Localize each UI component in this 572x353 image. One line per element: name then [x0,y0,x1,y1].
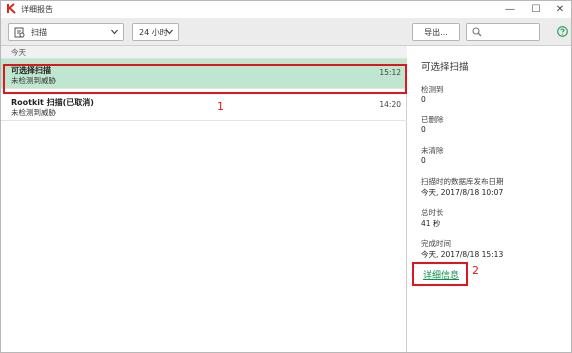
detected-value: 0 [421,95,426,104]
item-time: 14:20 [379,100,401,109]
scan-report-icon [14,27,25,38]
close-button[interactable]: ✕ [547,1,572,18]
minimize-button[interactable]: — [497,1,523,18]
chevron-down-icon [166,29,173,35]
window-title: 详细报告 [21,5,53,14]
list-item[interactable]: Rootkit 扫描(已取消) 未检测到威胁 14:20 [1,91,407,121]
kaspersky-logo-icon [7,3,16,14]
item-subtitle: 未检测到威胁 [11,108,56,117]
not-cleaned-value: 0 [421,156,426,165]
detail-title: 可选择扫描 [421,62,469,73]
annotation-box-2 [412,262,468,286]
duration-label: 总时长 [421,208,444,217]
deleted-label: 已删除 [421,115,444,124]
time-range-dropdown[interactable]: 24 小时 [132,23,179,41]
search-input[interactable] [485,26,537,38]
database-date-label: 扫描时的数据库发布日期 [421,177,504,186]
detected-label: 检测到 [421,85,444,94]
title-bar: 详细报告 — ☐ ✕ [1,1,571,18]
completion-time-label: 完成时间 [421,239,451,248]
deleted-value: 0 [421,125,426,134]
chevron-down-icon [111,29,118,35]
annotation-box-1 [3,64,407,94]
annotation-number-1: 1 [217,100,224,113]
search-icon [472,27,482,37]
report-type-dropdown[interactable]: 扫描 [8,23,124,41]
export-button[interactable]: 导出... [412,23,460,41]
time-range-value: 24 小时 [139,28,168,37]
group-header-today: 今天 [1,46,407,59]
annotation-number-2: 2 [472,264,479,277]
not-cleaned-label: 未清除 [421,146,444,155]
completion-time-value: 今天, 2017/8/18 15:13 [421,250,504,259]
duration-value: 41 秒 [421,219,441,228]
database-date-value: 今天, 2017/8/18 10:07 [421,188,504,197]
help-icon[interactable] [557,26,568,37]
detail-panel: 可选择扫描 检测到 0 已删除 0 未清除 0 扫描时的数据库发布日期 今天, … [408,46,571,352]
report-window: 详细报告 — ☐ ✕ 扫描 24 小时 导出... 今天 可选择扫描 未检测到威… [0,0,572,353]
toolbar: 扫描 24 小时 导出... [1,18,571,46]
report-type-value: 扫描 [31,28,47,37]
search-box[interactable] [466,23,540,41]
maximize-button[interactable]: ☐ [523,1,549,18]
